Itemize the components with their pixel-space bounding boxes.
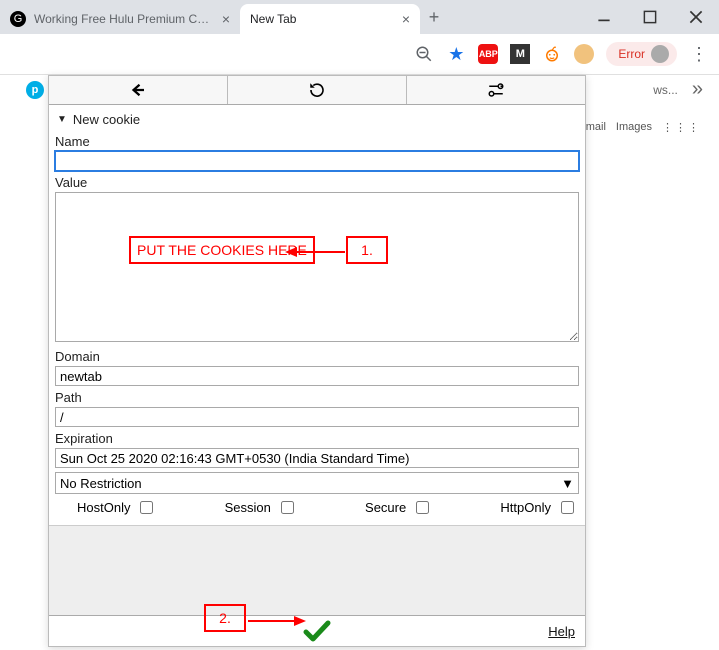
tab-favicon: G bbox=[10, 11, 26, 27]
restriction-select[interactable]: No Restriction ▼ bbox=[55, 472, 579, 494]
confirm-button[interactable] bbox=[303, 620, 331, 642]
refresh-button[interactable] bbox=[228, 76, 407, 104]
label-name: Name bbox=[55, 134, 579, 149]
panel-header[interactable]: ▼ New cookie bbox=[55, 109, 579, 130]
bookmark-favicon[interactable]: p bbox=[26, 81, 44, 99]
panel-footer: Help bbox=[49, 525, 585, 646]
help-link[interactable]: Help bbox=[548, 624, 575, 639]
panel-toolbar bbox=[49, 76, 585, 105]
maximize-button[interactable] bbox=[627, 2, 673, 32]
chevron-down-icon: ▼ bbox=[561, 476, 574, 491]
value-textarea[interactable] bbox=[55, 192, 579, 342]
tab-title: Working Free Hulu Premium Coo… bbox=[34, 12, 214, 26]
browser-tabstrip: G Working Free Hulu Premium Coo… × New T… bbox=[0, 0, 719, 34]
adblock-icon[interactable]: ABP bbox=[478, 44, 498, 64]
back-button[interactable] bbox=[49, 76, 228, 104]
panel-title: New cookie bbox=[73, 112, 140, 127]
close-icon[interactable]: × bbox=[402, 11, 410, 27]
close-icon[interactable]: × bbox=[222, 11, 230, 27]
close-window-button[interactable] bbox=[673, 2, 719, 32]
error-label: Error bbox=[618, 47, 645, 61]
bg-right-text: ws... » bbox=[653, 83, 703, 97]
flags-row: HostOnly Session Secure HttpOnly bbox=[55, 494, 579, 519]
label-value: Value bbox=[55, 175, 579, 190]
tab-newtab[interactable]: New Tab × bbox=[240, 4, 420, 34]
bookmark-star-icon[interactable]: ★ bbox=[446, 44, 466, 64]
httponly-checkbox[interactable]: HttpOnly bbox=[500, 498, 577, 517]
tab-title: New Tab bbox=[250, 12, 394, 26]
new-tab-button[interactable]: + bbox=[420, 7, 448, 28]
domain-input[interactable] bbox=[55, 366, 579, 386]
cookie-editor-icon[interactable] bbox=[574, 44, 594, 64]
cookie-editor-panel: ▼ New cookie Name Value Domain Path Expi… bbox=[48, 75, 586, 647]
name-input[interactable] bbox=[55, 151, 579, 171]
reddit-icon[interactable] bbox=[542, 44, 562, 64]
triangle-down-icon: ▼ bbox=[57, 114, 67, 125]
restriction-value: No Restriction bbox=[60, 476, 142, 491]
label-domain: Domain bbox=[55, 349, 579, 364]
browser-toolbar: ★ ABP M Error ⋮ bbox=[0, 34, 719, 75]
apps-icon[interactable]: ⋮⋮⋮ bbox=[662, 121, 701, 134]
ws-text: ws... bbox=[653, 83, 678, 97]
profile-error-pill[interactable]: Error bbox=[606, 42, 677, 66]
browser-menu-icon[interactable]: ⋮ bbox=[689, 44, 709, 64]
settings-button[interactable] bbox=[407, 76, 585, 104]
tab-hulu[interactable]: G Working Free Hulu Premium Coo… × bbox=[0, 4, 240, 34]
avatar-icon bbox=[651, 45, 669, 63]
chevron-right-icon[interactable]: » bbox=[692, 83, 703, 97]
m-extension-icon[interactable]: M bbox=[510, 44, 530, 64]
window-controls bbox=[581, 0, 719, 34]
session-checkbox[interactable]: Session bbox=[225, 498, 297, 517]
images-link[interactable]: Images bbox=[616, 121, 652, 134]
label-expiration: Expiration bbox=[55, 431, 579, 446]
expiration-input[interactable] bbox=[55, 448, 579, 468]
label-path: Path bbox=[55, 390, 579, 405]
hostonly-checkbox[interactable]: HostOnly bbox=[77, 498, 156, 517]
path-input[interactable] bbox=[55, 407, 579, 427]
secure-checkbox[interactable]: Secure bbox=[365, 498, 432, 517]
page-content: p ws... » Gmail Images ⋮⋮⋮ ▼ New cookie bbox=[0, 75, 719, 650]
zoom-out-icon[interactable] bbox=[414, 44, 434, 64]
minimize-button[interactable] bbox=[581, 2, 627, 32]
panel-body: ▼ New cookie Name Value Domain Path Expi… bbox=[49, 105, 585, 525]
